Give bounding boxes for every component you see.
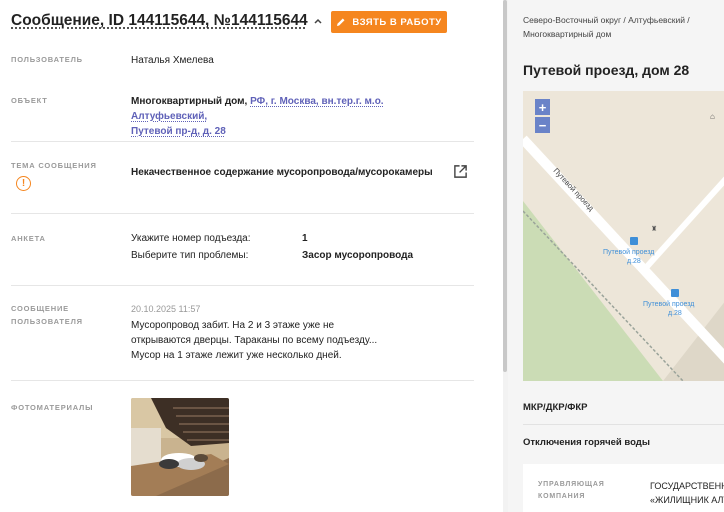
object-address-link-2[interactable]: Путевой пр-д, д. 28 xyxy=(131,126,226,137)
user-value: Наталья Хмелева xyxy=(131,55,214,66)
take-to-work-button[interactable]: ВЗЯТЬ В РАБОТУ xyxy=(331,11,447,33)
survey-question: Выберите тип проблемы: xyxy=(131,250,249,261)
message-label-line2: ПОЛЬЗОВАТЕЛЯ xyxy=(11,317,83,326)
bus-stop-label: Путевой проезд xyxy=(603,248,654,256)
photo-thumbnail[interactable] xyxy=(131,398,229,496)
object-type: Многоквартирный дом, xyxy=(131,96,248,107)
bus-stop-icon[interactable] xyxy=(671,289,679,297)
management-company-card: УПРАВЛЯЮЩАЯ КОМПАНИЯ ГОСУДАРСТВЕННОЕ «ЖИ… xyxy=(523,464,724,512)
message-label: СООБЩЕНИЕ ПОЛЬЗОВАТЕЛЯ xyxy=(11,302,83,328)
survey-answer: Засор мусоропровода xyxy=(302,250,414,261)
message-date: 20.10.2025 11:57 xyxy=(131,304,201,314)
stairwell-photo xyxy=(131,398,229,496)
map[interactable]: Путевой проезд Путевой проезд д.28 Путев… xyxy=(523,91,724,381)
object-info-panel: Северо-Восточный округ / Алтуфьевский / … xyxy=(508,0,724,512)
topic-value: Некачественное содержание мусоропровода/… xyxy=(131,167,433,178)
chevron-up-icon[interactable] xyxy=(312,15,324,27)
hot-water-outage-section[interactable]: Отключения горячей воды xyxy=(523,437,650,448)
object-value: Многоквартирный дом, РФ, г. Москва, вн.т… xyxy=(131,94,461,139)
warning-icon: ! xyxy=(16,176,31,191)
address-title: Путевой проезд, дом 28 xyxy=(523,62,690,78)
take-to-work-label: ВЗЯТЬ В РАБОТУ xyxy=(352,16,442,28)
poi-icon: ♜ xyxy=(651,225,657,233)
message-line: Мусор на 1 этаже лежит уже несколько дне… xyxy=(131,350,342,361)
bus-stop-icon[interactable] xyxy=(630,237,638,245)
message-line: Мусоропровод забит. На 2 и 3 этаже уже н… xyxy=(131,320,335,331)
poi-icon: ⌂ xyxy=(710,112,715,121)
object-label: ОБЪЕКТ xyxy=(11,96,48,105)
message-details-panel: Сообщение, ID 144115644, №144115644 ВЗЯТ… xyxy=(0,0,503,512)
survey-question: Укажите номер подъезда: xyxy=(131,233,251,244)
message-header: Сообщение, ID 144115644, №144115644 xyxy=(11,12,324,30)
bus-stop-label: Путевой проезд xyxy=(643,300,694,308)
breadcrumb-line2[interactable]: Многоквартирный дом xyxy=(523,29,611,39)
user-label: ПОЛЬЗОВАТЕЛЬ xyxy=(11,55,83,64)
bus-stop-sub: д.28 xyxy=(627,258,641,265)
bus-stop-sub: д.28 xyxy=(668,310,682,317)
photos-label: ФОТОМАТЕРИАЛЫ xyxy=(11,403,94,412)
message-title[interactable]: Сообщение, ID 144115644, №144115644 xyxy=(11,12,308,30)
breadcrumb-line1[interactable]: Северо-Восточный округ / Алтуфьевский / xyxy=(523,15,690,25)
divider xyxy=(11,380,474,381)
message-line: открываются дверцы. Тараканы по всему по… xyxy=(131,335,378,346)
breadcrumb: Северо-Восточный округ / Алтуфьевский / … xyxy=(523,13,724,41)
survey-label: АНКЕТА xyxy=(11,234,46,243)
divider xyxy=(11,285,474,286)
survey-answer: 1 xyxy=(302,233,308,244)
management-value-line1: ГОСУДАРСТВЕННОЕ xyxy=(650,481,724,491)
message-label-line1: СООБЩЕНИЕ xyxy=(11,304,69,313)
scrollbar-thumb[interactable] xyxy=(503,0,507,372)
external-link-icon[interactable] xyxy=(453,164,468,179)
message-text: Мусоропровод забит. На 2 и 3 этаже уже н… xyxy=(131,318,401,363)
management-company-value: ГОСУДАРСТВЕННОЕ «ЖИЛИЩНИК АЛТ xyxy=(650,479,724,507)
management-label-line1: УПРАВЛЯЮЩАЯ xyxy=(538,481,605,488)
topic-label: ТЕМА СООБЩЕНИЯ xyxy=(11,161,97,170)
pencil-icon xyxy=(337,18,345,26)
divider xyxy=(11,141,474,142)
divider xyxy=(523,424,724,425)
management-label-line2: КОМПАНИЯ xyxy=(538,493,586,500)
management-company-label: УПРАВЛЯЮЩАЯ КОМПАНИЯ xyxy=(538,479,605,503)
zoom-in-button[interactable]: + xyxy=(535,99,550,115)
divider xyxy=(11,213,474,214)
map-canvas: Путевой проезд Путевой проезд д.28 Путев… xyxy=(523,91,724,381)
zoom-out-button[interactable]: − xyxy=(535,117,550,133)
management-value-line2: «ЖИЛИЩНИК АЛТ xyxy=(650,495,724,505)
capital-repair-section[interactable]: МКР/ДКР/ФКР xyxy=(523,402,587,413)
